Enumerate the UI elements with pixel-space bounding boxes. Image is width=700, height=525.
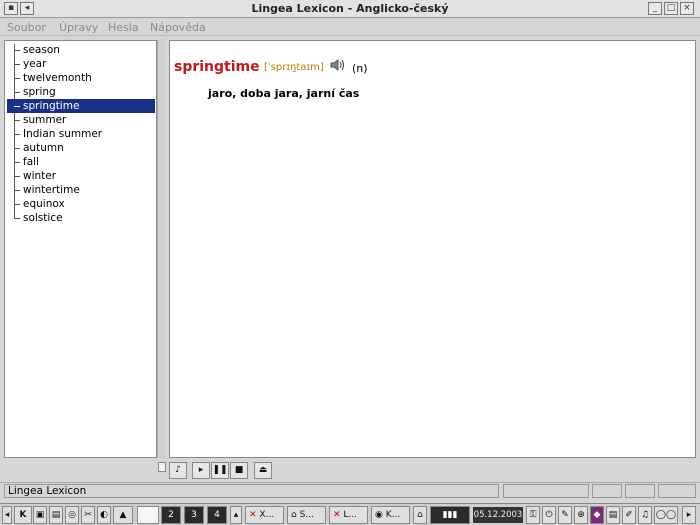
- tools-icon[interactable]: ✂: [81, 506, 95, 524]
- playback-toolbar: ♪ ▸ ❚❚ ■ ⏏: [166, 461, 700, 481]
- taskbar-scroll-up-icon[interactable]: ▴: [230, 506, 242, 524]
- tree-item-springtime[interactable]: springtime: [7, 99, 155, 113]
- menu-soubor[interactable]: Soubor: [7, 21, 46, 34]
- tree-item-season[interactable]: season: [7, 43, 155, 57]
- status-cell-2: [592, 484, 622, 498]
- desktop-2-button[interactable]: 2: [161, 506, 181, 524]
- tree-item-spring[interactable]: spring: [7, 85, 155, 99]
- clock[interactable]: 05.12.2003: [473, 507, 523, 523]
- brush-icon[interactable]: ✎: [558, 506, 572, 524]
- taskbar-scroll-right-icon[interactable]: ▸: [682, 506, 696, 524]
- close-icon[interactable]: ×: [680, 2, 694, 15]
- speaker-icon[interactable]: [330, 58, 346, 72]
- home-icon: ⌂: [291, 510, 297, 520]
- task-button-3[interactable]: ✕ L...: [329, 506, 368, 524]
- home-folder-icon[interactable]: ⌂: [413, 506, 427, 524]
- eject-icon[interactable]: ⏏: [254, 462, 272, 479]
- tray-app-icon[interactable]: ◆: [590, 506, 604, 524]
- entry-part-of-speech: (n): [352, 62, 368, 75]
- x-app-icon-2: ✕: [333, 510, 341, 520]
- task-button-1[interactable]: ✕ X...: [245, 506, 284, 524]
- shell-icon[interactable]: ◐: [97, 506, 111, 524]
- task-button-4[interactable]: ◉ K...: [371, 506, 410, 524]
- entry-pronunciation: [ˈsprɪŋtaɪm]: [264, 62, 324, 73]
- desktop-1-button[interactable]: [137, 506, 159, 524]
- taskbar-scroll-left-icon[interactable]: ◂: [2, 506, 12, 524]
- pause-icon[interactable]: ❚❚: [211, 462, 229, 479]
- eye-icon: ◉: [375, 510, 383, 520]
- tree-scrollbar[interactable]: [157, 40, 165, 458]
- task-button-2[interactable]: ⌂ S...: [287, 506, 326, 524]
- k-menu-icon[interactable]: K: [14, 506, 32, 524]
- taskbar: ◂ K ▣ ▤ ◎ ✂ ◐ ▲ 2 3 4 ▴ ✕ X... ⌂ S... ✕ …: [0, 503, 700, 525]
- tree-item-equinox[interactable]: equinox: [7, 197, 155, 211]
- terminal-icon[interactable]: ▣: [33, 506, 47, 524]
- window-title: Lingea Lexicon - Anglicko-český: [251, 2, 449, 15]
- cpu-monitor-icon[interactable]: ▮▮▮: [430, 506, 470, 524]
- tree-item-year[interactable]: year: [7, 57, 155, 71]
- entry-translation: jaro, doba jara, jarní čas: [208, 87, 360, 100]
- statusbar: Lingea Lexicon: [0, 482, 700, 498]
- clipboard-icon[interactable]: ▲: [113, 506, 133, 524]
- status-cell-1: [503, 484, 589, 498]
- notes-icon[interactable]: ▤: [606, 506, 620, 524]
- tree-item-indian-summer[interactable]: Indian summer: [7, 127, 155, 141]
- desktop-icon[interactable]: ▤: [49, 506, 63, 524]
- desktop-3-button[interactable]: 3: [184, 506, 204, 524]
- menu-napoveda[interactable]: Nápověda: [150, 21, 206, 34]
- tree-item-solstice[interactable]: solstice: [7, 211, 155, 225]
- x-app-icon: ✕: [249, 510, 257, 520]
- sound-icon[interactable]: ♫: [638, 506, 652, 524]
- paint-icon[interactable]: ✐: [622, 506, 636, 524]
- tree-item-wintertime[interactable]: wintertime: [7, 183, 155, 197]
- tree-item-twelvemonth[interactable]: twelvemonth: [7, 71, 155, 85]
- status-cell-3: [625, 484, 655, 498]
- lock-icon[interactable]: ⚿: [526, 506, 540, 524]
- maximize-icon[interactable]: □: [664, 2, 678, 15]
- play-icon[interactable]: ▸: [192, 462, 210, 479]
- stop-icon[interactable]: ■: [230, 462, 248, 479]
- power-icon[interactable]: ⏻: [542, 506, 556, 524]
- word-tree[interactable]: season year twelvemonth spring springtim…: [4, 40, 157, 458]
- entry-headword: springtime: [174, 59, 260, 75]
- lifesaver-icon[interactable]: ◎: [65, 506, 79, 524]
- menu-hesla[interactable]: Hesla: [108, 21, 139, 34]
- status-cell-4: [658, 484, 696, 498]
- status-text: Lingea Lexicon: [4, 484, 499, 498]
- minimize-icon[interactable]: _: [648, 2, 662, 15]
- tree-item-winter[interactable]: winter: [7, 169, 155, 183]
- listen-icon[interactable]: ♪: [169, 462, 187, 479]
- menubar: Soubor Úpravy Hesla Nápověda: [0, 18, 700, 36]
- pane-splitter-handle[interactable]: [158, 462, 166, 472]
- menu-upravy[interactable]: Úpravy: [59, 21, 98, 34]
- tree-item-autumn[interactable]: autumn: [7, 141, 155, 155]
- entry-pane: springtime [ˈsprɪŋtaɪm] (n) jaro, doba j…: [169, 40, 696, 458]
- tree-item-fall[interactable]: fall: [7, 155, 155, 169]
- eyes-icon[interactable]: ◯◯: [654, 506, 678, 524]
- window-titlebar: ▪ ◂ Lingea Lexicon - Anglicko-český _ □ …: [0, 0, 700, 18]
- desktop-4-button[interactable]: 4: [207, 506, 227, 524]
- tree-item-summer[interactable]: summer: [7, 113, 155, 127]
- network-icon[interactable]: ⊕: [574, 506, 588, 524]
